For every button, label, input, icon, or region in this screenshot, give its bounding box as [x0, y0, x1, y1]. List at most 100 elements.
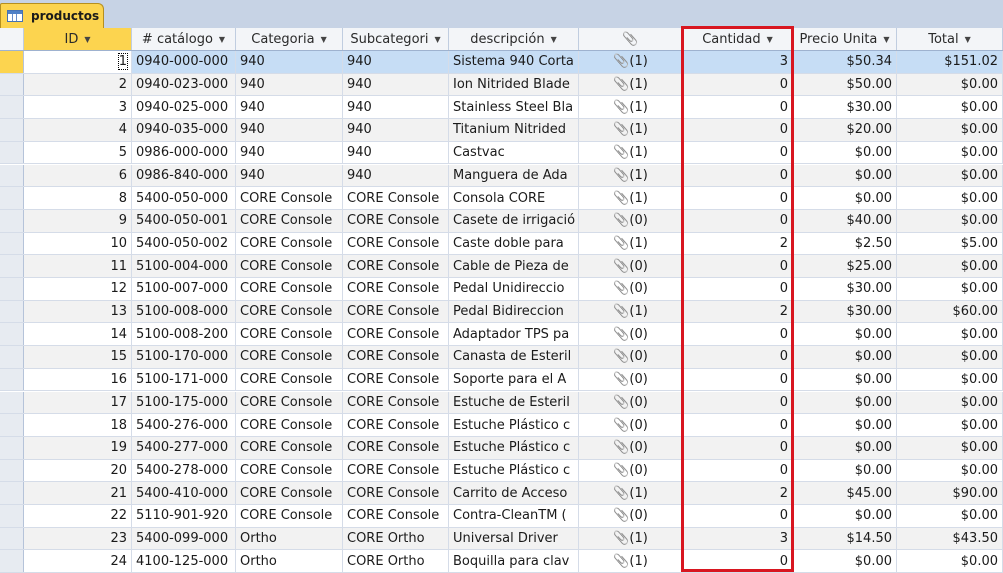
cell-cantidad[interactable]: 0: [683, 368, 793, 391]
cell-precio[interactable]: $0.00: [793, 505, 897, 527]
cell-adjuntos[interactable]: 📎 (0): [579, 323, 683, 346]
cell-id[interactable]: 18: [24, 414, 132, 436]
cell-total[interactable]: $0.00: [897, 96, 1003, 119]
cell-id[interactable]: 6: [24, 164, 132, 187]
cell-id[interactable]: 11: [24, 255, 132, 277]
header-precio[interactable]: Precio Unita ▼: [793, 28, 897, 50]
cell-subcategoria[interactable]: CORE Console: [343, 436, 449, 459]
cell-adjuntos[interactable]: 📎 (1): [579, 119, 683, 141]
row-selector[interactable]: [0, 323, 24, 346]
row-selector[interactable]: [0, 300, 24, 323]
cell-total[interactable]: $0.00: [897, 141, 1003, 164]
cell-id[interactable]: 3: [24, 96, 132, 119]
table-row[interactable]: 18 5400-276-000 CORE Console CORE Console Es…: [0, 414, 1003, 437]
cell-catalogo[interactable]: 5100-004-000: [132, 255, 236, 277]
cell-id[interactable]: 12: [24, 278, 132, 300]
cell-cantidad[interactable]: 3: [683, 527, 793, 550]
row-selector[interactable]: [0, 255, 24, 277]
row-selector[interactable]: [0, 51, 24, 73]
table-row[interactable]: 14 5100-008-200 CORE Console CORE Console Ad…: [0, 323, 1003, 347]
cell-categoria[interactable]: CORE Console: [236, 300, 343, 323]
filter-dropdown-icon[interactable]: ▼: [883, 35, 889, 44]
cell-precio[interactable]: $0.00: [793, 187, 897, 209]
cell-catalogo[interactable]: 5400-277-000: [132, 436, 236, 459]
cell-id[interactable]: 21: [24, 482, 132, 504]
cell-subcategoria[interactable]: CORE Console: [343, 209, 449, 232]
cell-subcategoria[interactable]: CORE Ortho: [343, 527, 449, 550]
cell-subcategoria[interactable]: 940: [343, 141, 449, 164]
cell-cantidad[interactable]: 0: [683, 323, 793, 346]
cell-categoria[interactable]: CORE Console: [236, 482, 343, 504]
header-subcategoria[interactable]: Subcategori ▼: [343, 28, 449, 50]
table-row[interactable]: 21 5400-410-000 CORE Console CORE Console Ca…: [0, 482, 1003, 505]
table-row[interactable]: 8 5400-050-000 CORE Console CORE Console Con…: [0, 187, 1003, 210]
cell-precio[interactable]: $30.00: [793, 96, 897, 119]
cell-descripcion[interactable]: Estuche Plástico c: [449, 459, 579, 482]
cell-descripcion[interactable]: Sistema 940 Corta: [449, 51, 579, 73]
row-selector[interactable]: [0, 346, 24, 368]
cell-total[interactable]: $0.00: [897, 505, 1003, 527]
cell-catalogo[interactable]: 4100-125-000: [132, 550, 236, 573]
cell-precio[interactable]: $0.00: [793, 414, 897, 436]
header-catalogo[interactable]: # catálogo ▼: [132, 28, 236, 50]
cell-categoria[interactable]: CORE Console: [236, 505, 343, 527]
cell-precio[interactable]: $25.00: [793, 255, 897, 277]
cell-catalogo[interactable]: 5100-171-000: [132, 368, 236, 391]
cell-id[interactable]: 2: [24, 73, 132, 96]
table-row[interactable]: 15 5100-170-000 CORE Console CORE Console Ca…: [0, 346, 1003, 369]
cell-id[interactable]: 22: [24, 505, 132, 527]
cell-descripcion[interactable]: Casete de irrigació: [449, 209, 579, 232]
cell-cantidad[interactable]: 0: [683, 187, 793, 209]
row-selector[interactable]: [0, 187, 24, 209]
cell-categoria[interactable]: CORE Console: [236, 323, 343, 346]
cell-total[interactable]: $0.00: [897, 550, 1003, 573]
cell-catalogo[interactable]: 0940-025-000: [132, 96, 236, 119]
table-row[interactable]: 16 5100-171-000 CORE Console CORE Console So…: [0, 368, 1003, 392]
row-selector[interactable]: [0, 391, 24, 414]
cell-catalogo[interactable]: 5400-099-000: [132, 527, 236, 550]
cell-subcategoria[interactable]: CORE Console: [343, 459, 449, 482]
cell-cantidad[interactable]: 2: [683, 300, 793, 323]
cell-adjuntos[interactable]: 📎 (1): [579, 73, 683, 96]
cell-total[interactable]: $90.00: [897, 482, 1003, 504]
cell-total[interactable]: $0.00: [897, 414, 1003, 436]
row-selector[interactable]: [0, 96, 24, 119]
row-selector[interactable]: [0, 459, 24, 482]
cell-id[interactable]: 9: [24, 209, 132, 232]
cell-cantidad[interactable]: 3: [683, 51, 793, 73]
cell-id[interactable]: 17: [24, 391, 132, 414]
cell-categoria[interactable]: 940: [236, 73, 343, 96]
table-row[interactable]: 23 5400-099-000 Ortho CORE Ortho Universal D…: [0, 527, 1003, 551]
cell-cantidad[interactable]: 0: [683, 96, 793, 119]
cell-descripcion[interactable]: Adaptador TPS pa: [449, 323, 579, 346]
cell-descripcion[interactable]: Ion Nitrided Blade: [449, 73, 579, 96]
cell-descripcion[interactable]: Manguera de Ada: [449, 164, 579, 187]
filter-dropdown-icon[interactable]: ▼: [434, 35, 440, 44]
cell-adjuntos[interactable]: 📎 (1): [579, 51, 683, 73]
cell-descripcion[interactable]: Contra-CleanTM (: [449, 505, 579, 527]
cell-precio[interactable]: $20.00: [793, 119, 897, 141]
cell-id[interactable]: 1: [24, 51, 132, 73]
cell-categoria[interactable]: 940: [236, 96, 343, 119]
cell-id[interactable]: 23: [24, 527, 132, 550]
cell-cantidad[interactable]: 0: [683, 278, 793, 300]
cell-cantidad[interactable]: 0: [683, 141, 793, 164]
cell-descripcion[interactable]: Soporte para el A: [449, 368, 579, 391]
cell-cantidad[interactable]: 0: [683, 459, 793, 482]
cell-categoria[interactable]: CORE Console: [236, 391, 343, 414]
cell-cantidad[interactable]: 0: [683, 209, 793, 232]
cell-descripcion[interactable]: Stainless Steel Bla: [449, 96, 579, 119]
cell-catalogo[interactable]: 5400-278-000: [132, 459, 236, 482]
cell-cantidad[interactable]: 0: [683, 255, 793, 277]
cell-categoria[interactable]: CORE Console: [236, 209, 343, 232]
cell-precio[interactable]: $0.00: [793, 391, 897, 414]
cell-id[interactable]: 5: [24, 141, 132, 164]
cell-subcategoria[interactable]: CORE Console: [343, 482, 449, 504]
cell-cantidad[interactable]: 0: [683, 550, 793, 573]
cell-catalogo[interactable]: 5100-175-000: [132, 391, 236, 414]
cell-subcategoria[interactable]: CORE Console: [343, 300, 449, 323]
table-row[interactable]: 6 0986-840-000 940 940 Manguera de Ada 📎 (1) 0 $…: [0, 164, 1003, 188]
cell-precio[interactable]: $0.00: [793, 368, 897, 391]
cell-total[interactable]: $0.00: [897, 164, 1003, 187]
cell-cantidad[interactable]: 0: [683, 391, 793, 414]
